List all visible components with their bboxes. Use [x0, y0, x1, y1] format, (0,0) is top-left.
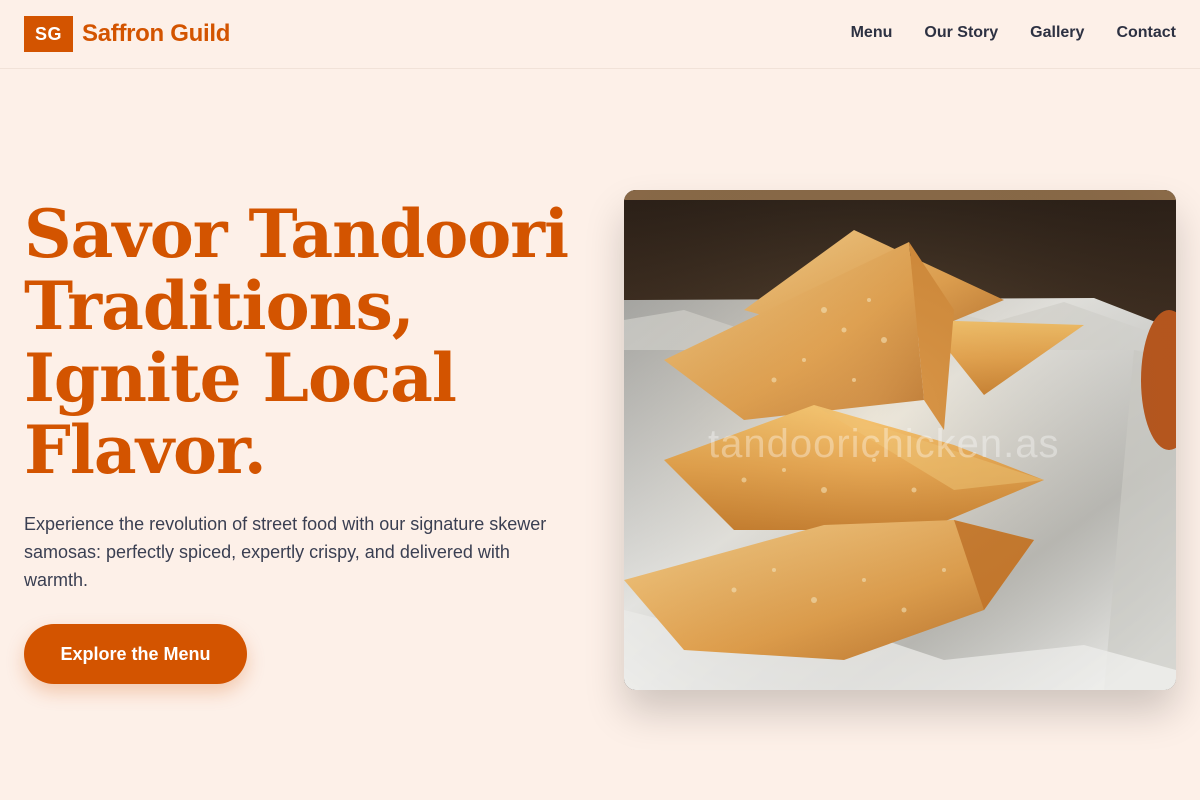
nav-item-contact[interactable]: Contact — [1116, 22, 1176, 44]
site-header: SG Saffron Guild Menu Our Story Gallery … — [0, 0, 1200, 69]
hero-subtitle: Experience the revolution of street food… — [24, 514, 547, 590]
nav-item-gallery[interactable]: Gallery — [1030, 22, 1084, 44]
hero-title-line: Ignite Local — [24, 339, 457, 417]
brand-name: Saffron Guild — [82, 20, 231, 47]
hero-title-line: Flavor. — [24, 411, 267, 489]
brand-logo[interactable]: SG Saffron Guild — [24, 16, 230, 52]
explore-menu-button[interactable]: Explore the Menu — [24, 624, 247, 684]
hero-image-samosas: tandoorichicken.as — [624, 190, 1176, 690]
hero-title-line: Traditions, — [24, 267, 415, 345]
nav-item-our-story[interactable]: Our Story — [924, 22, 998, 44]
logo-mark: SG — [24, 16, 73, 52]
hero-title-line: Savor Tandoori — [24, 195, 569, 273]
main-nav: Menu Our Story Gallery Contact — [851, 22, 1176, 44]
nav-item-menu[interactable]: Menu — [851, 22, 893, 44]
hero-title: Savor Tandoori Traditions, Ignite Local … — [24, 198, 584, 486]
image-watermark: tandoorichicken.as — [708, 422, 1060, 466]
